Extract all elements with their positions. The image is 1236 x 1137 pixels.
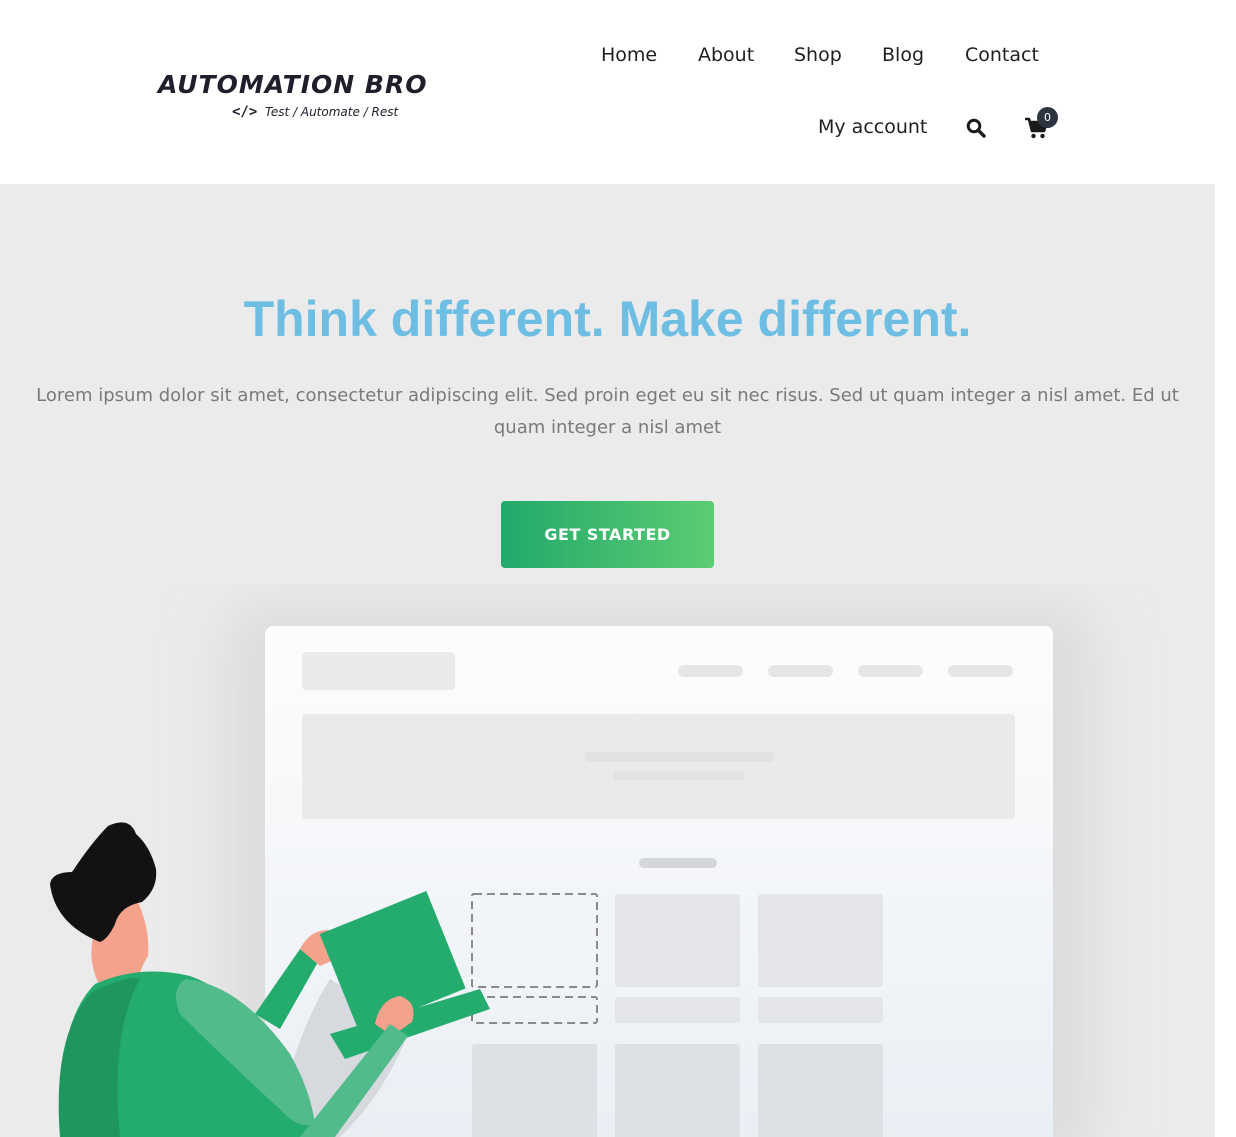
mockup-nav-pill <box>858 665 923 677</box>
hero-section: Think different. Make different. Lorem i… <box>0 184 1215 1137</box>
mockup-banner-line <box>584 752 774 762</box>
mockup-banner <box>302 714 1015 819</box>
mockup-card <box>615 894 740 987</box>
nav-my-account[interactable]: My account <box>818 116 927 138</box>
site-header: AUTOMATION BRO </> Test / Automate / Res… <box>0 0 1215 184</box>
mockup-logo-block <box>302 652 455 690</box>
mockup-card <box>472 1044 597 1137</box>
mockup-card <box>758 894 883 987</box>
get-started-button[interactable]: GET STARTED <box>501 501 714 568</box>
cart-count-badge[interactable]: 0 <box>1037 107 1058 128</box>
code-icon: </> <box>232 104 258 120</box>
hero-title: Think different. Make different. <box>243 291 972 347</box>
hero-illustration <box>50 604 1095 1137</box>
mockup-nav-pill <box>948 665 1013 677</box>
logo-tagline: Test / Automate / Rest <box>265 105 399 119</box>
mockup-card-caption <box>758 997 883 1023</box>
nav-blog[interactable]: Blog <box>882 44 924 66</box>
mockup-nav-pill <box>678 665 743 677</box>
site-logo[interactable]: AUTOMATION BRO </> Test / Automate / Res… <box>158 68 426 128</box>
mockup-card <box>758 1044 883 1137</box>
nav-contact[interactable]: Contact <box>965 44 1039 66</box>
mockup-card <box>615 1044 740 1137</box>
mockup-banner-line <box>613 771 745 780</box>
mockup-heading-pill <box>639 858 717 868</box>
logo-title: AUTOMATION BRO <box>158 70 428 99</box>
nav-about[interactable]: About <box>698 44 754 66</box>
mockup-card-caption <box>615 997 740 1023</box>
nav-home[interactable]: Home <box>601 44 657 66</box>
mockup-nav-pill <box>768 665 833 677</box>
hero-text: Lorem ipsum dolor sit amet, consectetur … <box>36 385 1179 438</box>
nav-shop[interactable]: Shop <box>794 44 842 66</box>
search-icon[interactable] <box>966 118 986 138</box>
